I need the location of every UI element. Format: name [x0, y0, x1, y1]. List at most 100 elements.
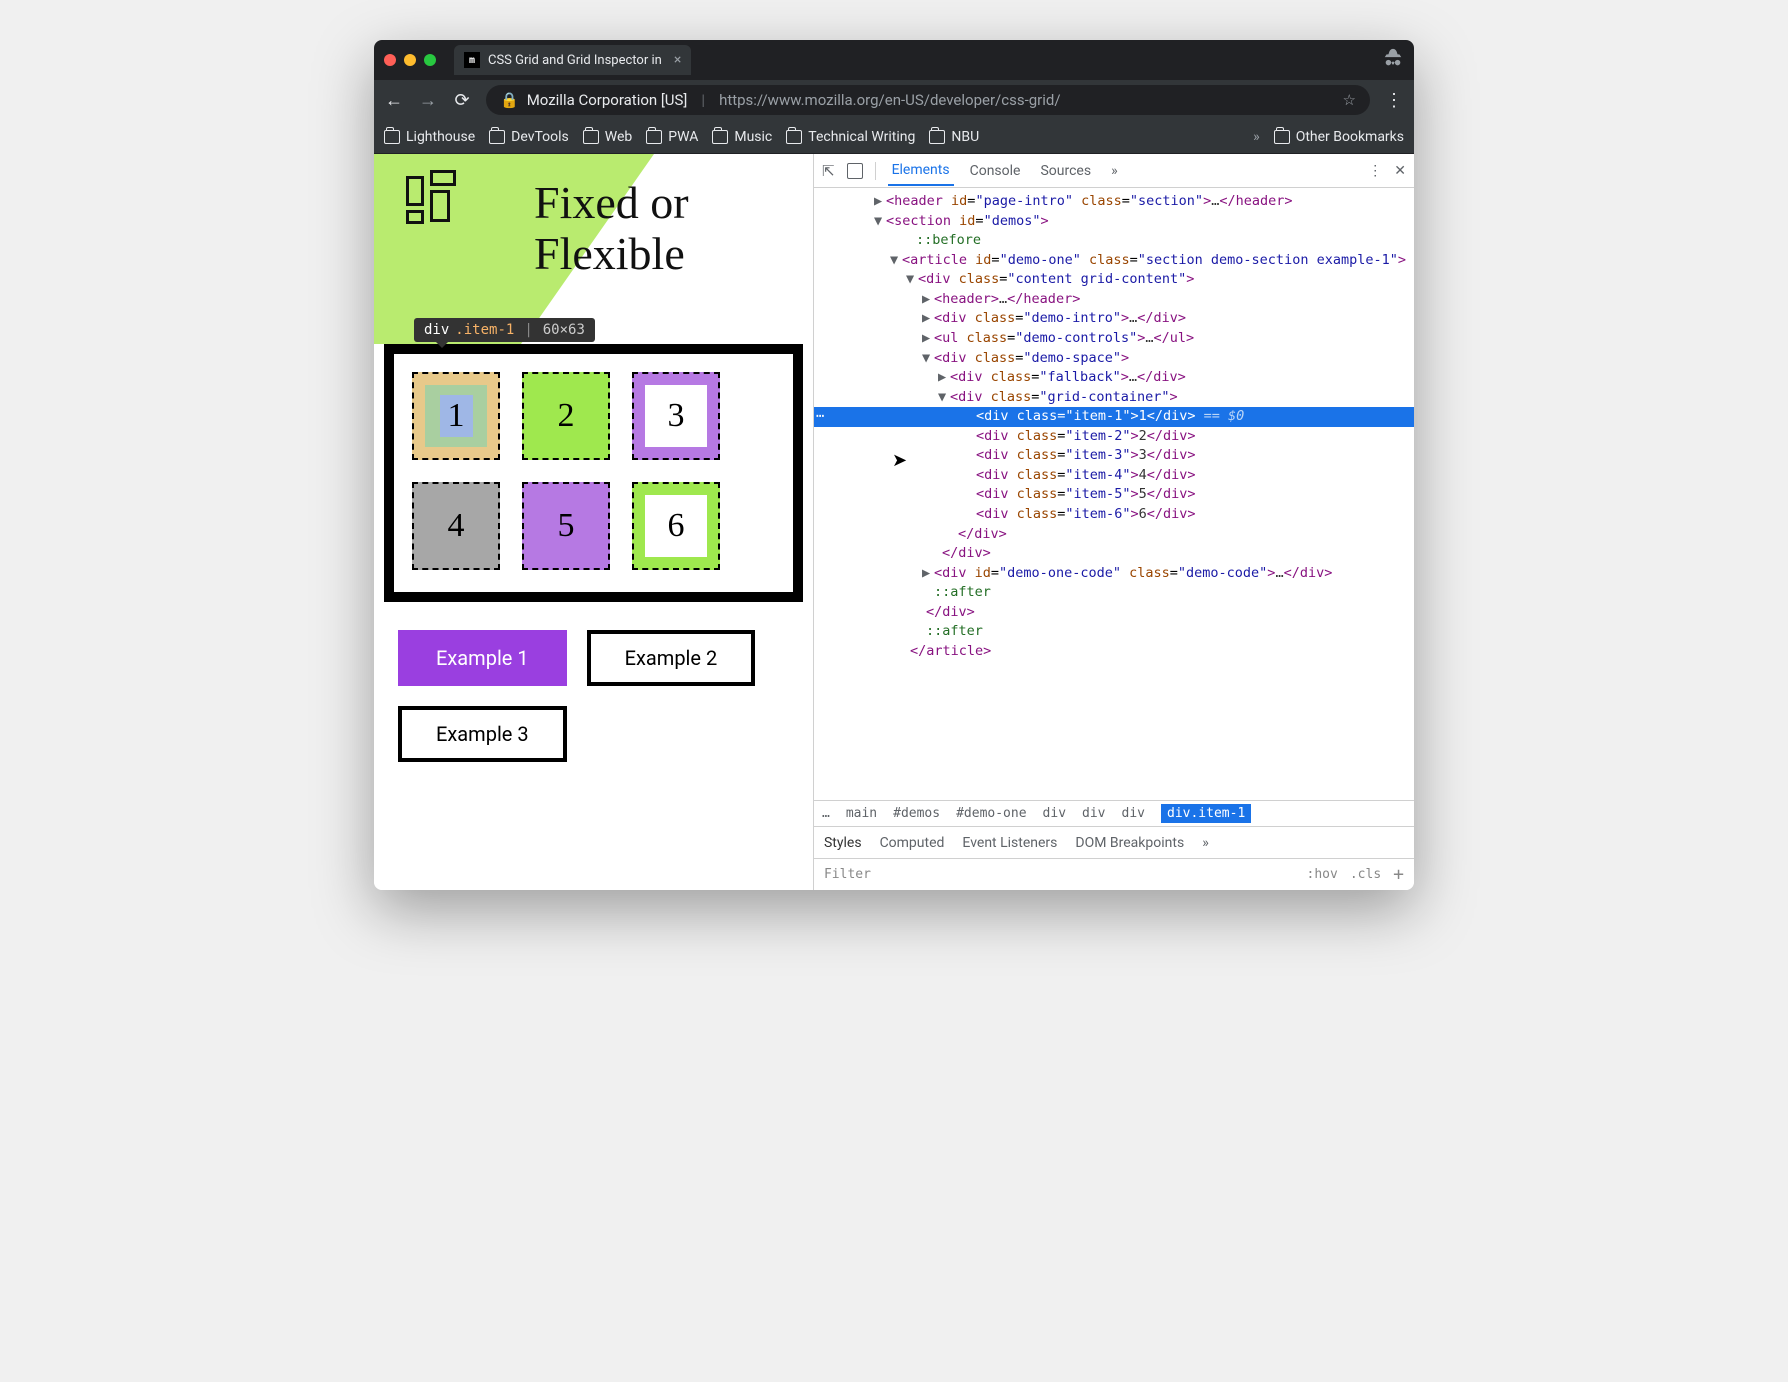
grid-item-3[interactable]: 3 — [632, 372, 720, 460]
cls-toggle[interactable]: .cls — [1350, 867, 1381, 882]
tooltip-element: div — [424, 322, 449, 338]
styles-tabs-overflow-icon[interactable]: » — [1202, 835, 1209, 851]
lock-icon: 🔒 — [500, 91, 519, 109]
styles-filter-row: Filter :hov .cls + — [814, 858, 1414, 890]
inspect-element-icon[interactable]: ⇱ — [822, 162, 835, 180]
rendered-page: Fixed or Flexible div.item-1 | 60×63 1 2… — [374, 154, 813, 890]
example-button-2[interactable]: Example 2 — [587, 630, 756, 686]
styles-tab-dom-breakpoints[interactable]: DOM Breakpoints — [1075, 835, 1184, 851]
breadcrumb-item[interactable]: … — [822, 806, 830, 821]
grid-container: 1 2 3 4 5 6 — [412, 372, 775, 570]
dom-node[interactable]: ▼<article id="demo-one" class="section d… — [814, 251, 1414, 271]
favicon: m — [464, 52, 480, 68]
reload-button[interactable]: ⟳ — [452, 90, 472, 111]
url-path: https://www.mozilla.org/en-US/developer/… — [719, 91, 1060, 109]
bookmark-item[interactable]: DevTools — [489, 129, 569, 145]
folder-icon — [786, 130, 802, 144]
dom-node[interactable]: <div class="item-6">6</div> — [814, 505, 1414, 525]
bookmark-item[interactable]: Lighthouse — [384, 129, 475, 145]
dom-node[interactable]: <div class="item-2">2</div> — [814, 427, 1414, 447]
inspect-tooltip: div.item-1 | 60×63 — [414, 318, 595, 342]
breadcrumb-item[interactable]: #demos — [893, 806, 940, 821]
breadcrumb-item[interactable]: div — [1043, 806, 1066, 821]
breadcrumb-item[interactable]: #demo-one — [956, 806, 1026, 821]
bookmarks-bar: Lighthouse DevTools Web PWA Music Techni… — [374, 120, 1414, 154]
traffic-lights — [384, 54, 436, 66]
breadcrumbs: … main #demos #demo-one div div div div.… — [814, 800, 1414, 826]
styles-tab-computed[interactable]: Computed — [880, 835, 945, 851]
other-bookmarks[interactable]: Other Bookmarks — [1274, 129, 1404, 145]
page-hero: Fixed or Flexible — [374, 154, 813, 344]
devtools-menu-icon[interactable]: ⋮ — [1368, 163, 1382, 179]
breadcrumb-item[interactable]: div — [1122, 806, 1145, 821]
browser-menu-icon[interactable]: ⋮ — [1384, 90, 1404, 111]
devtools-panel: ⇱ Elements Console Sources » ⋮ ✕ ▶<heade… — [813, 154, 1414, 890]
devtools-toolbar: ⇱ Elements Console Sources » ⋮ ✕ — [814, 154, 1414, 188]
breadcrumb-item-active[interactable]: div.item-1 — [1161, 804, 1251, 823]
tab-title: CSS Grid and Grid Inspector in — [488, 53, 662, 68]
minimize-window-button[interactable] — [404, 54, 416, 66]
dom-node[interactable]: ::after — [814, 622, 1414, 642]
tab-elements[interactable]: Elements — [888, 156, 954, 186]
dom-node[interactable]: ::before — [814, 231, 1414, 251]
omnibox[interactable]: 🔒 Mozilla Corporation [US] | https://www… — [486, 85, 1370, 115]
devtools-close-icon[interactable]: ✕ — [1394, 163, 1406, 179]
dom-node[interactable]: ▼<div class="content grid-content"> — [814, 270, 1414, 290]
bookmarks-overflow-icon[interactable]: » — [1253, 129, 1260, 145]
tabs-overflow-icon[interactable]: » — [1107, 157, 1122, 185]
hov-toggle[interactable]: :hov — [1307, 867, 1338, 882]
dom-node[interactable]: ▶<div class="fallback">…</div> — [814, 368, 1414, 388]
dom-node[interactable]: ▼<section id="demos"> — [814, 212, 1414, 232]
folder-icon — [489, 130, 505, 144]
dom-node[interactable]: ▶<ul class="demo-controls">…</ul> — [814, 329, 1414, 349]
dom-node[interactable]: ::after — [814, 583, 1414, 603]
dom-node[interactable]: </div> — [814, 544, 1414, 564]
styles-tab-event-listeners[interactable]: Event Listeners — [962, 835, 1057, 851]
dom-node[interactable]: ▼<div class="grid-container"> — [814, 388, 1414, 408]
browser-tab[interactable]: m CSS Grid and Grid Inspector in × — [454, 45, 691, 75]
dom-node[interactable]: </div> — [814, 603, 1414, 623]
bookmark-item[interactable]: Technical Writing — [786, 129, 915, 145]
tab-close-icon[interactable]: × — [674, 52, 681, 68]
dom-node[interactable]: ▼<div class="demo-space"> — [814, 349, 1414, 369]
tab-console[interactable]: Console — [966, 157, 1025, 185]
maximize-window-button[interactable] — [424, 54, 436, 66]
dom-node[interactable]: </article> — [814, 642, 1414, 662]
styles-tab-styles[interactable]: Styles — [824, 835, 862, 851]
grid-item-4[interactable]: 4 — [412, 482, 500, 570]
bookmark-item[interactable]: Music — [712, 129, 772, 145]
breadcrumb-item[interactable]: main — [846, 806, 877, 821]
example-button-3[interactable]: Example 3 — [398, 706, 567, 762]
grid-item-6[interactable]: 6 — [632, 482, 720, 570]
breadcrumb-item[interactable]: div — [1082, 806, 1105, 821]
tab-bar: m CSS Grid and Grid Inspector in × — [374, 40, 1414, 80]
grid-item-1[interactable]: 1 — [412, 372, 500, 460]
device-toolbar-icon[interactable] — [847, 163, 863, 179]
dom-node[interactable]: ▶<div id="demo-one-code" class="demo-cod… — [814, 564, 1414, 584]
bookmark-item[interactable]: NBU — [929, 129, 979, 145]
dom-node[interactable]: ▶<div class="demo-intro">…</div> — [814, 309, 1414, 329]
forward-button[interactable]: → — [418, 90, 438, 111]
example-button-1[interactable]: Example 1 — [398, 630, 567, 686]
dom-node[interactable]: </div> — [814, 525, 1414, 545]
grid-item-5[interactable]: 5 — [522, 482, 610, 570]
dom-node[interactable]: ▶<header>…</header> — [814, 290, 1414, 310]
dom-node[interactable]: <div class="item-3">3</div> — [814, 446, 1414, 466]
grid-item-2[interactable]: 2 — [522, 372, 610, 460]
dom-node[interactable]: ▶<header id="page-intro" class="section"… — [814, 192, 1414, 212]
dom-node[interactable]: <div class="item-5">5</div> — [814, 485, 1414, 505]
tab-sources[interactable]: Sources — [1036, 157, 1095, 185]
folder-icon — [583, 130, 599, 144]
back-button[interactable]: ← — [384, 90, 404, 111]
elements-tree[interactable]: ▶<header id="page-intro" class="section"… — [814, 188, 1414, 800]
dom-node[interactable]: <div class="item-4">4</div> — [814, 466, 1414, 486]
close-window-button[interactable] — [384, 54, 396, 66]
filter-input[interactable]: Filter — [824, 867, 871, 882]
bookmark-star-icon[interactable]: ☆ — [1343, 91, 1356, 109]
bookmark-item[interactable]: Web — [583, 129, 633, 145]
browser-window: m CSS Grid and Grid Inspector in × ← → ⟳… — [374, 40, 1414, 890]
dom-node[interactable]: <div class="item-1">1</div> == $0 — [814, 407, 1414, 427]
add-style-icon[interactable]: + — [1393, 864, 1404, 885]
url-host: Mozilla Corporation [US] — [527, 91, 688, 109]
bookmark-item[interactable]: PWA — [646, 129, 698, 145]
